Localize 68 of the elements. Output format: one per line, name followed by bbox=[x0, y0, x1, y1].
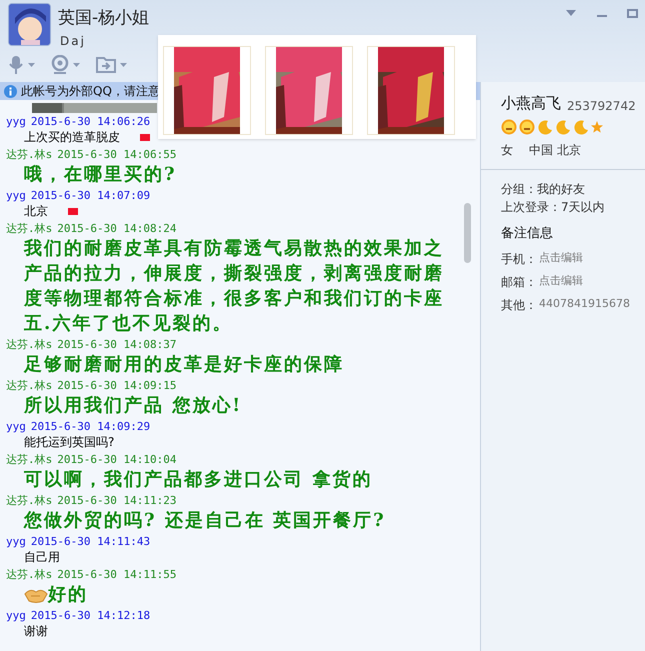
maximize-icon[interactable] bbox=[627, 9, 638, 18]
sender-name: 达芬.林s bbox=[6, 568, 52, 580]
caret-icon bbox=[120, 63, 127, 67]
sender-name: 达芬.林s bbox=[6, 148, 52, 160]
message-text: 能托运到英国吗? bbox=[24, 434, 114, 451]
moon-level-icon bbox=[573, 118, 589, 134]
message-text: 足够耐磨耐用的皮革是好卡座的保障 bbox=[24, 353, 345, 377]
scrollbar-thumb[interactable] bbox=[464, 203, 471, 263]
sender-name: yyg bbox=[6, 116, 26, 126]
message-text: 我们的耐磨皮革具有防霉透气易散热的效果加之产品的拉力，伸展度，撕裂强度，剥离强度耐磨度等物理都符合标准，很多客户和我们订的卡座五.六年了也不见裂的。 bbox=[24, 237, 445, 336]
message-time: 2015-6-30 14:07:09 bbox=[30, 190, 150, 200]
message-time: 2015-6-30 14:09:29 bbox=[30, 420, 150, 432]
sun-level-icon bbox=[519, 118, 535, 134]
sender-name: yyg bbox=[6, 190, 26, 200]
message-text: 自己用 bbox=[24, 549, 60, 566]
contact-signature: Daj bbox=[60, 33, 86, 50]
contact-name: 小燕高飞 bbox=[501, 93, 561, 114]
last-login-text: 上次登录：7天以内 bbox=[501, 198, 606, 216]
message-time: 2015-6-30 14:12:18 bbox=[30, 610, 150, 620]
message-text: 您做外贸的吗? 还是自己在 英国开餐厅? bbox=[24, 509, 387, 533]
moon-level-icon bbox=[555, 118, 571, 134]
sender-name: 达芬.林s bbox=[6, 338, 52, 350]
voice-call-button[interactable] bbox=[8, 55, 35, 75]
send-file-button[interactable] bbox=[96, 57, 127, 73]
star-level-icon bbox=[591, 120, 603, 132]
info-icon bbox=[4, 84, 17, 98]
message-text: 所以用我们产品 您放心! bbox=[24, 394, 244, 418]
message-time: 2015-6-30 14:10:04 bbox=[57, 454, 176, 464]
window-title: 英国-杨小姐 bbox=[58, 7, 150, 30]
sender-name: yyg bbox=[6, 420, 26, 432]
sender-name: 达芬.林s bbox=[6, 454, 52, 464]
video-call-button[interactable] bbox=[51, 55, 80, 75]
qq-number: 253792742 bbox=[567, 98, 636, 114]
message-time: 2015-6-30 14:06:26 bbox=[30, 116, 150, 126]
field-label: 邮箱： bbox=[501, 274, 537, 290]
sender-name: 达芬.林s bbox=[6, 380, 52, 390]
group-text: 分组：我的好友 bbox=[501, 180, 586, 198]
sender-name: 达芬.林s bbox=[6, 222, 52, 234]
message-text: 谢谢 bbox=[24, 623, 48, 640]
message-time: 2015-6-30 14:11:23 bbox=[57, 494, 176, 506]
gender-text: 女 bbox=[501, 142, 513, 158]
message-time: 2015-6-30 14:06:55 bbox=[57, 148, 176, 160]
sender-name: yyg bbox=[6, 610, 26, 620]
field-value[interactable]: 点击编辑 bbox=[539, 273, 583, 290]
message-text: 哦，在哪里买的? bbox=[24, 163, 178, 187]
dropdown-icon[interactable] bbox=[566, 10, 576, 16]
sender-name: 达芬.林s bbox=[6, 494, 52, 506]
caret-icon bbox=[73, 63, 80, 67]
message-time: 2015-6-30 14:08:24 bbox=[57, 222, 176, 234]
sun-level-icon bbox=[501, 118, 517, 134]
message-text: 好的 bbox=[48, 583, 89, 607]
message-text: 可以啊，我们产品都多进口公司 拿货的 bbox=[24, 468, 374, 492]
location-text: 中国 北京 bbox=[529, 142, 581, 158]
message-time: 2015-6-30 14:08:37 bbox=[57, 338, 176, 350]
message-text: 北京 bbox=[24, 203, 48, 220]
avatar bbox=[8, 3, 51, 46]
message-time: 2015-6-30 14:11:43 bbox=[30, 536, 150, 546]
field-label: 手机： bbox=[501, 250, 537, 268]
field-label: 其他： bbox=[501, 296, 537, 314]
section-title: 备注信息 bbox=[501, 224, 554, 242]
message-time: 2015-6-30 14:09:15 bbox=[57, 380, 176, 390]
sender-name: yyg bbox=[6, 536, 26, 546]
caret-icon bbox=[28, 63, 35, 67]
field-value[interactable]: 点击编辑 bbox=[539, 250, 583, 267]
field-value[interactable]: 4407841915678 bbox=[539, 296, 630, 313]
message-text: 上次买的造革脱皮 bbox=[24, 129, 120, 146]
message-time: 2015-6-30 14:11:55 bbox=[57, 568, 176, 580]
moon-level-icon bbox=[537, 118, 553, 134]
